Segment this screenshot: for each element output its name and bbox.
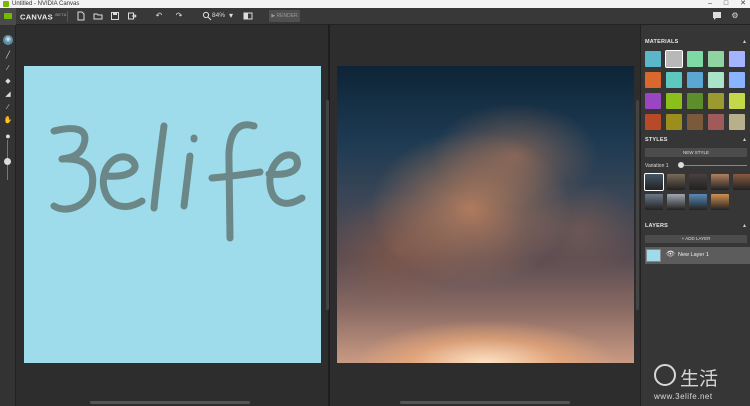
materials-grid xyxy=(645,50,745,130)
site-watermark: 生活 www.3elife.net xyxy=(654,362,750,406)
window-title: Untitled - NVIDIA Canvas xyxy=(12,1,80,7)
new-style-button[interactable]: NEW STYLE xyxy=(645,148,747,157)
redo-icon[interactable]: ↷ xyxy=(174,11,184,21)
style-thumbnail[interactable] xyxy=(667,174,685,190)
materials-collapse-icon[interactable]: ▴ xyxy=(743,38,746,45)
brush-icon[interactable]: ╱ xyxy=(3,51,13,61)
watermark-logo-icon xyxy=(654,364,676,386)
material-swatch[interactable] xyxy=(729,72,745,88)
open-folder-icon[interactable] xyxy=(93,11,103,21)
style-thumbnail[interactable] xyxy=(711,174,729,190)
window-controls: – □ ✕ xyxy=(708,0,746,8)
right-canvas-horizontal-scrollbar[interactable] xyxy=(400,401,570,404)
brush-size-knob[interactable] xyxy=(4,158,11,165)
material-swatch[interactable] xyxy=(687,93,703,109)
variation-slider-knob[interactable] xyxy=(678,162,684,168)
variation-label: Variation 1 xyxy=(645,163,669,169)
material-swatch[interactable] xyxy=(645,114,661,130)
undo-icon[interactable]: ↶ xyxy=(154,11,164,21)
new-file-icon[interactable] xyxy=(76,11,86,21)
eyedropper-icon[interactable]: ∕ xyxy=(3,103,13,113)
style-thumbnail[interactable] xyxy=(711,194,729,210)
material-swatch[interactable] xyxy=(666,93,682,109)
eraser-icon[interactable]: ◆ xyxy=(3,77,13,87)
line-icon[interactable]: ∕ xyxy=(3,64,13,74)
window-titlebar: Untitled - NVIDIA Canvas – □ ✕ xyxy=(0,0,750,8)
material-swatch[interactable] xyxy=(687,72,703,88)
material-swatch[interactable] xyxy=(687,114,703,130)
tool-sidebar: ◉ ╱ ∕ ◆ ◢ ∕ ✋ ● xyxy=(0,25,16,406)
canvas-text: 3elife xyxy=(24,66,27,67)
visibility-eye-icon[interactable]: 👁 xyxy=(666,250,675,258)
material-swatch[interactable] xyxy=(666,72,682,88)
material-swatch[interactable] xyxy=(665,50,683,68)
material-swatch[interactable] xyxy=(687,51,703,67)
add-layer-button[interactable]: + ADD LAYER xyxy=(645,235,747,243)
nvidia-app-icon xyxy=(3,1,9,7)
style-thumbnail[interactable] xyxy=(689,174,707,190)
layers-title: LAYERS xyxy=(645,223,669,229)
left-canvas-horizontal-scrollbar[interactable] xyxy=(90,401,250,404)
materials-title: MATERIALS xyxy=(645,39,679,45)
style-thumbnail[interactable] xyxy=(644,173,664,191)
minimize-button[interactable]: – xyxy=(708,0,712,8)
settings-gear-icon[interactable]: ⚙ xyxy=(730,11,740,21)
material-swatch[interactable] xyxy=(645,72,661,88)
save-icon[interactable] xyxy=(110,11,120,21)
style-thumbnail[interactable] xyxy=(645,194,663,210)
zoom-level[interactable]: 84% xyxy=(212,12,225,19)
style-thumbnail[interactable] xyxy=(733,174,750,190)
watermark-url: www.3elife.net xyxy=(654,392,713,401)
zoom-magnifier-icon xyxy=(202,11,212,21)
material-swatch[interactable] xyxy=(708,72,724,88)
material-swatch[interactable] xyxy=(729,114,745,130)
styles-collapse-icon[interactable]: ▴ xyxy=(743,136,746,143)
split-view-icon[interactable] xyxy=(243,11,253,21)
styles-grid xyxy=(644,173,750,210)
paint-canvas[interactable]: 3elife xyxy=(24,66,321,363)
rendered-output-image xyxy=(337,66,634,363)
close-button[interactable]: ✕ xyxy=(740,0,746,8)
layers-collapse-icon[interactable]: ▴ xyxy=(743,222,746,229)
left-canvas-vertical-scrollbar[interactable] xyxy=(326,100,329,310)
handwritten-strokes: 3elife xyxy=(24,66,306,242)
layer-name: New Layer 1 xyxy=(678,252,709,258)
feedback-icon[interactable] xyxy=(712,11,722,21)
pan-hand-icon[interactable]: ✋ xyxy=(3,116,13,126)
material-swatch[interactable] xyxy=(666,114,682,130)
watermark-cn-text: 生活 xyxy=(680,368,719,390)
material-swatch[interactable] xyxy=(708,51,724,67)
layer-row[interactable]: 👁 New Layer 1 xyxy=(645,247,750,264)
toolbar-divider xyxy=(67,11,68,22)
style-thumbnail[interactable] xyxy=(667,194,685,210)
brush-size-dot-icon: ● xyxy=(5,131,11,141)
app-brand: CANVAS BETA xyxy=(20,12,67,22)
right-panel: MATERIALS ▴ STYLES ▴ NEW STYLE Variation… xyxy=(640,25,750,406)
zoom-dropdown-icon[interactable]: ▾ xyxy=(226,11,236,21)
variation-slider[interactable] xyxy=(679,165,747,166)
cursor-icon[interactable]: ◉ xyxy=(3,35,13,45)
material-swatch[interactable] xyxy=(645,93,661,109)
right-canvas-vertical-scrollbar[interactable] xyxy=(636,100,639,310)
layer-thumbnail xyxy=(646,249,661,262)
material-swatch[interactable] xyxy=(729,51,745,67)
main-toolbar: CANVAS BETA ↶ ↷ 84% ▾ ▶ RENDER ⚙ xyxy=(0,8,750,25)
style-thumbnail[interactable] xyxy=(689,194,707,210)
material-swatch[interactable] xyxy=(729,93,745,109)
maximize-button[interactable]: □ xyxy=(724,0,728,8)
fill-icon[interactable]: ◢ xyxy=(3,90,13,100)
material-swatch[interactable] xyxy=(645,51,661,67)
material-swatch[interactable] xyxy=(708,114,724,130)
render-button[interactable]: ▶ RENDER xyxy=(269,10,300,22)
export-icon[interactable] xyxy=(127,11,137,21)
beta-badge: BETA xyxy=(55,12,67,17)
styles-title: STYLES xyxy=(645,137,668,143)
nvidia-logo-icon xyxy=(0,8,16,25)
material-swatch[interactable] xyxy=(708,93,724,109)
